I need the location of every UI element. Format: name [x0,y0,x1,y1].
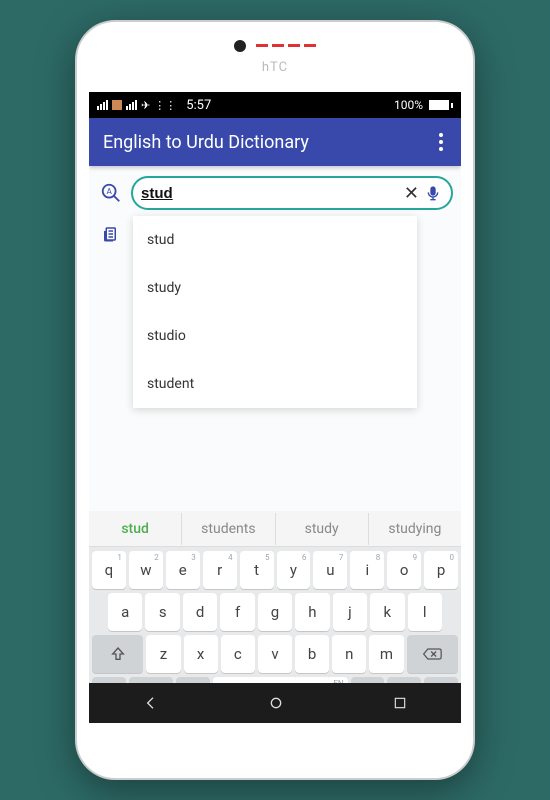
suggestion-item[interactable]: student [133,360,417,408]
search-mode-icon[interactable]: A [97,179,125,207]
key-g[interactable]: g [258,593,292,631]
status-bar: ✈ ⋮⋮ 5:57 100% [89,92,461,118]
signal-icon [97,100,108,110]
prediction-item[interactable]: stud [89,513,182,545]
mic-icon[interactable] [423,184,443,202]
prediction-item[interactable]: studying [369,513,461,545]
signal-icon-2 [126,100,137,110]
recents-button[interactable] [393,696,407,710]
svg-text:A: A [106,187,112,197]
earpiece [256,44,316,47]
key-s[interactable]: s [145,593,179,631]
keyboard-predictions: stud students study studying [89,511,461,547]
clear-icon[interactable]: ✕ [400,183,423,204]
key-j[interactable]: j [333,593,367,631]
overflow-menu-button[interactable] [435,129,447,155]
key-x[interactable]: x [184,635,218,673]
power-button [474,192,475,252]
key-w[interactable]: w2 [129,551,163,589]
prediction-item[interactable]: study [276,513,369,545]
key-v[interactable]: v [258,635,292,673]
suggestion-item[interactable]: studio [133,312,417,360]
suggestion-item[interactable]: study [133,264,417,312]
backspace-key[interactable] [407,635,458,673]
search-box: ✕ [131,176,453,210]
key-t[interactable]: t5 [240,551,274,589]
key-d[interactable]: d [183,593,217,631]
suggestion-item[interactable]: stud [133,216,417,264]
phone-top-bezel: hTC [77,22,473,92]
key-e[interactable]: e3 [166,551,200,589]
key-r[interactable]: r4 [203,551,237,589]
phone-bottom-bezel [77,723,473,778]
key-l[interactable]: l [408,593,442,631]
key-q[interactable]: q1 [92,551,126,589]
key-p[interactable]: p0 [424,551,458,589]
key-k[interactable]: k [370,593,404,631]
wifi-icon: ⋮⋮ [154,99,176,112]
key-u[interactable]: u7 [313,551,347,589]
nav-bar [89,683,461,723]
back-button[interactable] [143,695,159,711]
app-bar: English to Urdu Dictionary [89,118,461,166]
key-y[interactable]: y6 [277,551,311,589]
key-c[interactable]: c [221,635,255,673]
phone-frame: hTC ✈ ⋮⋮ 5:57 100% English to U [75,20,475,780]
search-row: A ✕ [89,166,461,216]
search-input[interactable] [141,185,400,202]
key-n[interactable]: n [332,635,366,673]
key-m[interactable]: m [369,635,403,673]
sim-icon [112,100,122,110]
phone-brand-label: hTC [262,60,288,75]
key-h[interactable]: h [295,593,329,631]
status-clock: 5:57 [186,98,211,113]
copy-icon[interactable] [101,224,119,244]
key-f[interactable]: f [220,593,254,631]
app-title: English to Urdu Dictionary [103,132,435,153]
key-i[interactable]: i8 [350,551,384,589]
shift-key[interactable] [92,635,143,673]
prediction-item[interactable]: students [182,513,275,545]
key-a[interactable]: a [108,593,142,631]
home-button[interactable] [268,695,284,711]
carrier-icon: ✈ [141,99,150,112]
battery-icon [429,100,453,110]
suggestion-dropdown: stud study studio student [133,216,417,408]
front-camera [234,40,246,52]
screen: ✈ ⋮⋮ 5:57 100% English to Urdu Dictionar… [89,92,461,723]
key-b[interactable]: b [295,635,329,673]
keyboard: stud students study studying q1w2e3r4t5y… [89,511,461,723]
battery-percent: 100% [394,98,423,112]
key-o[interactable]: o9 [387,551,421,589]
key-z[interactable]: z [146,635,180,673]
